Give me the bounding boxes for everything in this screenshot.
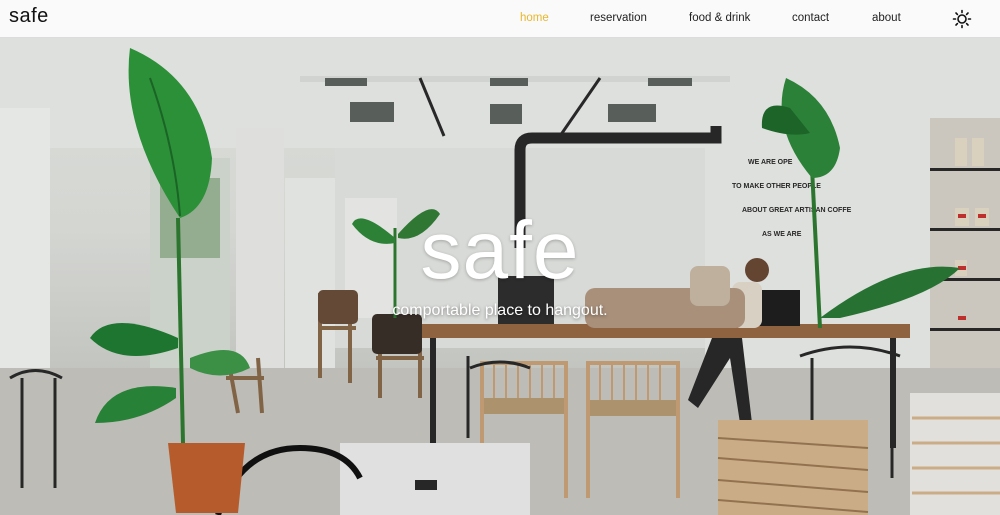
nav-link-food-drink[interactable]: food & drink <box>689 12 750 24</box>
nav-link-reservation[interactable]: reservation <box>590 12 647 24</box>
hero-section: WE ARE OPE TO MAKE OTHER PEOPLE ABOUT GR… <box>0 38 1000 515</box>
top-navbar: safe home reservation food & drink conta… <box>0 0 1000 38</box>
sun-icon <box>952 9 972 29</box>
hero-subtitle: comportable place to hangout. <box>392 302 608 319</box>
nav-link-about[interactable]: about <box>872 12 901 24</box>
theme-toggle-button[interactable] <box>952 9 972 29</box>
nav-link-home[interactable]: home <box>520 12 549 24</box>
hero-title: safe <box>420 205 580 296</box>
nav-link-contact[interactable]: contact <box>792 12 829 24</box>
nav-menu: home reservation food & drink contact ab… <box>0 12 1000 28</box>
